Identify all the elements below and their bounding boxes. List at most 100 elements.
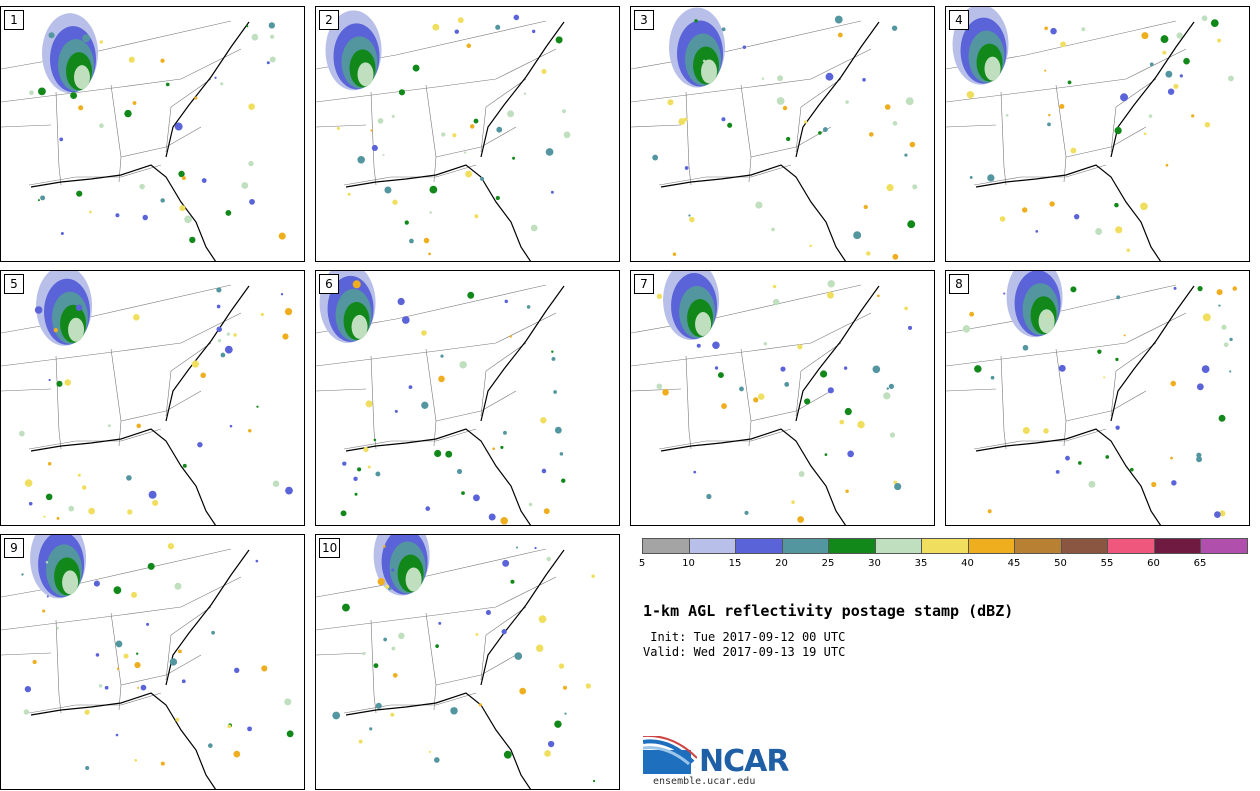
echo-cell xyxy=(1115,357,1119,362)
echo-cell xyxy=(844,407,852,416)
echo-cell xyxy=(201,178,207,183)
echo-cell xyxy=(200,372,206,379)
echo-cell xyxy=(480,176,485,181)
echo-cell xyxy=(1173,83,1179,89)
echo-cell xyxy=(434,757,440,763)
state-boundary xyxy=(316,388,367,392)
echo-cell xyxy=(434,449,442,458)
echo-cell xyxy=(776,97,785,105)
echo-cell xyxy=(409,238,414,244)
echo-cell xyxy=(780,366,786,372)
echo-cell xyxy=(398,632,405,640)
echo-cell xyxy=(131,591,138,598)
member-label: 8 xyxy=(949,274,969,294)
echo-cell xyxy=(530,224,538,232)
echo-cell xyxy=(554,426,562,434)
colorbar-tick-label: 60 xyxy=(1147,558,1160,569)
state-boundary xyxy=(631,20,862,70)
panel-map xyxy=(1,13,286,261)
echo-blob xyxy=(405,567,422,592)
colorbar-swatch xyxy=(1200,538,1248,554)
echo-cell xyxy=(148,490,157,499)
state-boundary xyxy=(425,348,437,447)
echo-cell xyxy=(261,665,268,672)
state-boundary xyxy=(1055,348,1067,447)
echo-cell xyxy=(702,59,706,63)
echo-cell xyxy=(432,23,440,31)
echo-cell xyxy=(225,209,232,216)
panel-map xyxy=(316,271,566,525)
echo-cell xyxy=(377,578,385,586)
echo-cell xyxy=(1191,114,1195,118)
echo-cell xyxy=(248,103,255,110)
echo-cell xyxy=(152,499,159,506)
echo-cell xyxy=(684,166,689,170)
echo-cell xyxy=(585,683,591,689)
echo-cell xyxy=(798,471,805,477)
echo-cell xyxy=(531,29,536,34)
echo-cell xyxy=(98,684,103,688)
echo-blob xyxy=(695,312,712,337)
member-label: 4 xyxy=(949,10,969,30)
echo-cell xyxy=(175,717,180,722)
echo-cell xyxy=(56,380,63,387)
echo-cell xyxy=(693,470,697,474)
echo-cell xyxy=(561,478,566,483)
echo-cell xyxy=(894,482,902,491)
echo-cell xyxy=(251,33,259,41)
echo-cell xyxy=(535,644,544,652)
echo-cell xyxy=(370,129,373,132)
colorbar-tick-label: 50 xyxy=(1054,558,1067,569)
echo-cell xyxy=(1097,349,1102,354)
echo-cell xyxy=(394,409,398,413)
echo-cell xyxy=(519,687,527,695)
echo-cell xyxy=(528,502,533,507)
echo-cell xyxy=(1115,425,1120,430)
echo-cell xyxy=(837,32,843,38)
echo-cell xyxy=(285,486,293,495)
echo-cell xyxy=(969,176,973,179)
echo-cell xyxy=(966,91,975,99)
echo-cell xyxy=(75,304,83,311)
echo-cell xyxy=(534,546,537,550)
echo-cell xyxy=(249,198,255,205)
member-panel-9: 9 xyxy=(0,534,305,790)
echo-cell xyxy=(367,465,371,469)
echo-cell xyxy=(429,185,438,194)
echo-cell xyxy=(45,493,53,501)
colorbar-tick-label: 55 xyxy=(1100,558,1114,569)
echo-cell xyxy=(70,92,78,99)
echo-cell xyxy=(1103,376,1106,379)
echo-cell xyxy=(825,72,834,81)
echo-cell xyxy=(383,637,388,642)
colorbar-swatch xyxy=(642,538,690,554)
echo-cell xyxy=(77,473,81,477)
state-boundary xyxy=(1065,390,1147,422)
state-boundary xyxy=(55,355,62,450)
state-boundary xyxy=(435,654,517,686)
echo-cell xyxy=(1048,113,1051,117)
echo-cell xyxy=(412,64,420,72)
echo-cell xyxy=(233,750,241,758)
echo-cell xyxy=(495,195,500,201)
echo-cell xyxy=(699,40,702,43)
echo-blob xyxy=(73,65,90,90)
colorbar-swatch xyxy=(874,538,922,554)
echo-cell xyxy=(377,118,384,124)
colorbar-swatch xyxy=(1060,538,1108,554)
echo-cell xyxy=(450,707,458,715)
echo-cell xyxy=(1123,334,1126,337)
state-boundary xyxy=(165,606,212,681)
echo-cell xyxy=(558,663,565,669)
echo-cell xyxy=(269,56,276,63)
echo-cell xyxy=(1143,132,1147,136)
echo-cell xyxy=(1196,383,1204,391)
echo-cell xyxy=(1165,163,1169,167)
echo-cell xyxy=(375,471,381,477)
echo-cell xyxy=(1162,50,1167,55)
echo-cell xyxy=(134,661,141,669)
echo-cell xyxy=(696,343,701,348)
member-panel-6: 6 xyxy=(315,270,620,526)
echo-cell xyxy=(266,61,270,65)
echo-cell xyxy=(336,126,340,130)
